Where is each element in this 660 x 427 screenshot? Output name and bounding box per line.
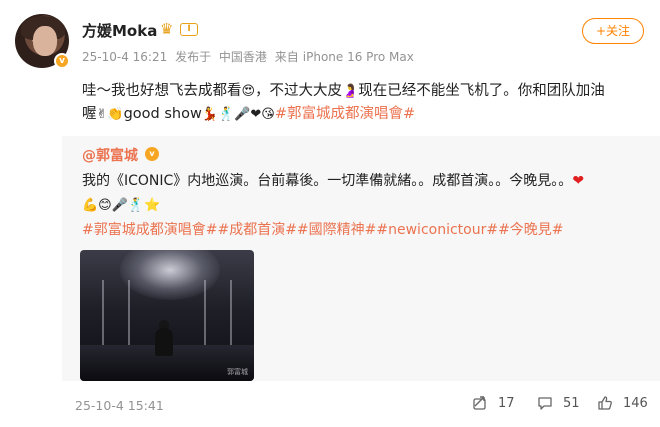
pregnant-emoji-icon: 🤰 bbox=[342, 84, 359, 99]
post-text-part: 喔 bbox=[82, 106, 97, 122]
post-location: 中国香港 bbox=[218, 50, 267, 64]
heart-eyes-emoji-icon: 😍 bbox=[241, 84, 256, 99]
dance-mic-heart-emoji-icon: 💃🕺🎤❤😘 bbox=[201, 107, 275, 122]
thumbs-up-icon bbox=[598, 396, 612, 410]
repost-count: 17 bbox=[498, 395, 515, 411]
weibo-post: v 方媛Moka ♛ Ⅰ 25-10-4 16:21 发布于 中国香港 来自 iP… bbox=[0, 0, 660, 427]
client-prefix: 来自 bbox=[274, 50, 299, 64]
level-badge: Ⅰ bbox=[180, 23, 198, 36]
post-meta: 25-10-4 16:21 发布于 中国香港 来自 iPhone 16 Pro M… bbox=[82, 48, 418, 65]
post-text-part: 哇～我也好想飞去成都看 bbox=[82, 83, 242, 99]
comment-icon bbox=[538, 397, 552, 410]
performer-silhouette bbox=[155, 328, 173, 356]
repost-time[interactable]: 25-10-4 15:41 bbox=[75, 398, 164, 413]
stage-truss bbox=[102, 280, 104, 350]
follow-button[interactable]: +关注 bbox=[582, 18, 644, 44]
post-text-part: good show bbox=[123, 106, 202, 122]
image-watermark: 郭富城 bbox=[227, 368, 248, 376]
avatar-face bbox=[33, 26, 57, 56]
repost-emojis-icon: 💪😊🎤🕺⭐ bbox=[82, 198, 161, 213]
crown-icon: ♛ bbox=[160, 20, 174, 38]
repost-button[interactable]: 17 bbox=[472, 395, 515, 411]
post-time[interactable]: 25-10-4 16:21 bbox=[82, 50, 167, 64]
post-text: 哇～我也好想飞去成都看😍，不过大大皮🤰现在已经不能坐飞机了。你和团队加油 喔✌👏… bbox=[82, 80, 642, 126]
comment-button[interactable]: 51 bbox=[537, 395, 580, 411]
comment-count: 51 bbox=[563, 395, 580, 411]
repost-text: 我的《ICONIC》内地巡演。台前幕後。一切準備就緒。。成都首演。。今晚見。。❤… bbox=[82, 169, 642, 242]
stage-truss bbox=[230, 280, 232, 350]
heart-emoji-icon: ❤ bbox=[572, 173, 585, 189]
post-text-part: 现在已经不能坐飞机了。你和团队加油 bbox=[358, 83, 605, 99]
repost-icon bbox=[473, 396, 486, 410]
stage-truss bbox=[204, 280, 206, 350]
client-name: iPhone 16 Pro Max bbox=[302, 50, 414, 64]
verified-icon: v bbox=[54, 53, 70, 69]
repost-author[interactable]: @郭富城 bbox=[82, 145, 138, 165]
like-count: 146 bbox=[623, 395, 648, 411]
repost-card[interactable]: @郭富城 v 我的《ICONIC》内地巡演。台前幕後。一切準備就緒。。成都首演。… bbox=[62, 136, 660, 381]
repost-hashtags[interactable]: #郭富城成都演唱會##成都首演##國際精神##newiconictour##今晚… bbox=[82, 222, 564, 238]
repost-verified-icon: v bbox=[145, 147, 159, 161]
concert-photo[interactable]: 郭富城 bbox=[80, 250, 254, 381]
stage-truss bbox=[128, 280, 130, 350]
published-from-label: 发布于 bbox=[175, 50, 212, 64]
victory-clap-emoji-icon: ✌👏 bbox=[96, 107, 124, 122]
hashtag-link[interactable]: #郭富城成都演唱會# bbox=[275, 106, 415, 122]
like-button[interactable]: 146 bbox=[597, 395, 648, 411]
repost-text-body: 我的《ICONIC》内地巡演。台前幕後。一切準備就緒。。成都首演。。今晚見。。 bbox=[82, 173, 573, 189]
author-name[interactable]: 方媛Moka bbox=[82, 20, 157, 41]
post-text-part: ，不过大大皮 bbox=[255, 83, 343, 99]
